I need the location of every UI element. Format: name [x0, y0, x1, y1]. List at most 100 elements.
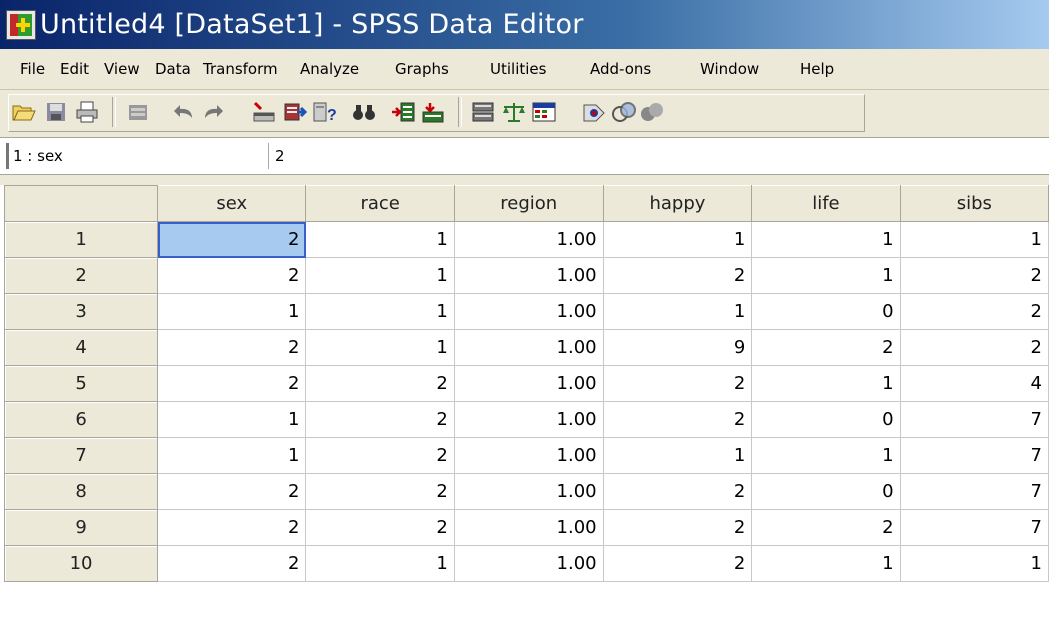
weight-cases-icon[interactable]: [500, 98, 528, 126]
column-header-sibs[interactable]: sibs: [899, 185, 1049, 222]
row-header[interactable]: 2: [4, 257, 159, 294]
data-cell[interactable]: 2: [900, 329, 1049, 366]
data-cell[interactable]: 2: [603, 257, 753, 294]
value-labels-icon[interactable]: [580, 98, 608, 126]
data-cell[interactable]: 2: [603, 401, 753, 438]
use-help-icon[interactable]: ?: [311, 98, 339, 126]
data-cell[interactable]: 1: [157, 401, 307, 438]
select-cases-icon[interactable]: [530, 98, 558, 126]
column-header-life[interactable]: life: [751, 185, 901, 222]
data-cell[interactable]: 2: [751, 509, 901, 546]
show-all-variables-icon[interactable]: [638, 98, 666, 126]
data-cell[interactable]: 1: [305, 221, 455, 258]
data-cell[interactable]: 2: [157, 473, 307, 510]
cell-value-input[interactable]: 2: [268, 143, 1038, 169]
menu-help[interactable]: Help: [800, 60, 834, 78]
data-cell[interactable]: 2: [157, 365, 307, 402]
data-cell[interactable]: 2: [603, 473, 753, 510]
data-cell[interactable]: 2: [900, 293, 1049, 330]
column-header-happy[interactable]: happy: [602, 185, 753, 222]
redo-icon[interactable]: [199, 98, 227, 126]
data-cell[interactable]: 1.00: [454, 401, 604, 438]
data-cell[interactable]: 1: [157, 437, 307, 474]
insert-cases-icon[interactable]: [389, 98, 417, 126]
row-header[interactable]: 7: [4, 437, 159, 474]
data-cell[interactable]: 4: [900, 365, 1049, 402]
data-cell[interactable]: 1: [900, 221, 1049, 258]
menu-graphs[interactable]: Graphs: [395, 60, 449, 78]
data-cell[interactable]: 1: [751, 365, 901, 402]
data-cell[interactable]: 1.00: [454, 365, 604, 402]
data-cell[interactable]: 1: [305, 293, 455, 330]
column-header-region[interactable]: region: [453, 185, 604, 222]
data-cell[interactable]: 7: [900, 473, 1049, 510]
menu-file[interactable]: File: [20, 60, 45, 78]
data-cell[interactable]: 1.00: [454, 257, 604, 294]
split-file-icon[interactable]: [469, 98, 497, 126]
row-header[interactable]: 5: [4, 365, 159, 402]
data-cell[interactable]: 9: [603, 329, 753, 366]
data-cell[interactable]: 2: [305, 509, 455, 546]
data-cell[interactable]: 1: [751, 437, 901, 474]
data-cell[interactable]: 1: [900, 545, 1049, 582]
data-cell[interactable]: 1: [603, 221, 753, 258]
dialog-recall-icon[interactable]: [124, 98, 152, 126]
data-cell[interactable]: 1.00: [454, 509, 604, 546]
column-header-race[interactable]: race: [305, 185, 455, 222]
data-cell[interactable]: 1.00: [454, 293, 604, 330]
data-cell[interactable]: 2: [157, 545, 307, 582]
use-sets-icon[interactable]: [610, 98, 638, 126]
data-cell[interactable]: 2: [900, 257, 1049, 294]
data-cell[interactable]: 0: [751, 473, 901, 510]
undo-icon[interactable]: [170, 98, 198, 126]
row-header[interactable]: 6: [4, 401, 159, 438]
data-cell[interactable]: 1: [603, 437, 753, 474]
row-header[interactable]: 9: [4, 509, 159, 546]
data-cell[interactable]: 1: [751, 221, 901, 258]
data-cell[interactable]: 7: [900, 401, 1049, 438]
data-cell[interactable]: 1.00: [454, 221, 604, 258]
data-cell[interactable]: 1.00: [454, 545, 604, 582]
data-cell[interactable]: 0: [751, 293, 901, 330]
data-cell[interactable]: 2: [305, 365, 455, 402]
row-header[interactable]: 3: [4, 293, 159, 330]
data-cell[interactable]: 1: [305, 257, 455, 294]
row-header[interactable]: 1: [4, 221, 159, 258]
menu-utilities[interactable]: Utilities: [490, 60, 546, 78]
data-cell[interactable]: 2: [157, 221, 307, 258]
column-header-sex[interactable]: sex: [157, 185, 307, 222]
menu-transform[interactable]: Transform: [203, 60, 278, 78]
goto-case-icon[interactable]: [250, 98, 278, 126]
data-cell[interactable]: 1: [305, 545, 455, 582]
data-cell[interactable]: 1.00: [454, 437, 604, 474]
menu-add-ons[interactable]: Add-ons: [590, 60, 651, 78]
data-cell[interactable]: 2: [603, 365, 753, 402]
data-cell[interactable]: 1.00: [454, 473, 604, 510]
data-cell[interactable]: 2: [305, 473, 455, 510]
find-binoculars-icon[interactable]: [350, 98, 378, 126]
data-cell[interactable]: 0: [751, 401, 901, 438]
spss-app-icon[interactable]: [6, 9, 36, 40]
menu-data[interactable]: Data: [155, 60, 191, 78]
data-cell[interactable]: 1: [603, 293, 753, 330]
row-header[interactable]: 10: [4, 545, 159, 582]
menu-edit[interactable]: Edit: [60, 60, 89, 78]
grid-corner[interactable]: [4, 185, 159, 222]
data-cell[interactable]: 1.00: [454, 329, 604, 366]
data-cell[interactable]: 2: [157, 257, 307, 294]
save-icon[interactable]: [42, 98, 70, 126]
data-cell[interactable]: 2: [157, 329, 307, 366]
insert-variable-icon[interactable]: [419, 98, 447, 126]
print-icon[interactable]: [73, 98, 101, 126]
open-folder-icon[interactable]: [10, 98, 38, 126]
row-header[interactable]: 8: [4, 473, 159, 510]
data-cell[interactable]: 2: [305, 401, 455, 438]
data-cell[interactable]: 1: [751, 257, 901, 294]
data-cell[interactable]: 2: [603, 509, 753, 546]
variables-icon[interactable]: [281, 98, 309, 126]
data-cell[interactable]: 2: [157, 509, 307, 546]
data-cell[interactable]: 1: [157, 293, 307, 330]
data-cell[interactable]: 1: [305, 329, 455, 366]
data-cell[interactable]: 1: [751, 545, 901, 582]
data-cell[interactable]: 2: [305, 437, 455, 474]
